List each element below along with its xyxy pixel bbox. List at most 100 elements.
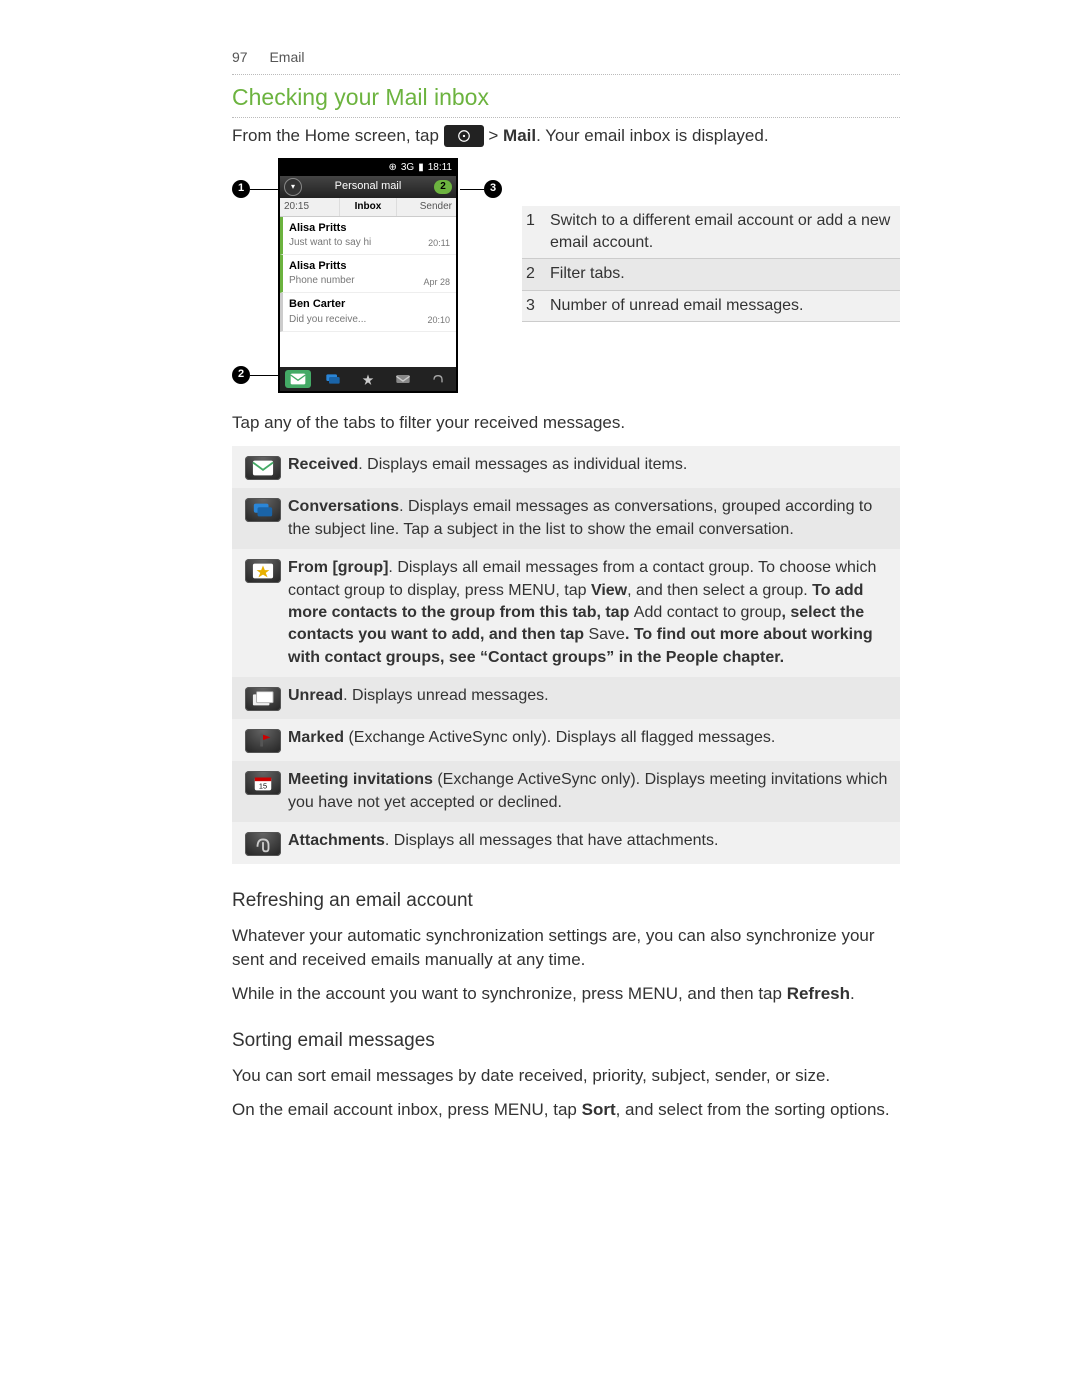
callout-line <box>460 189 484 190</box>
received-tab-icon <box>285 370 311 388</box>
divider <box>232 74 900 75</box>
text: , and select from the sorting options. <box>616 1100 890 1119</box>
message-subject: Just want to say hi <box>289 236 450 250</box>
text: Sort <box>582 1100 616 1119</box>
text: . <box>850 984 855 1003</box>
tab-description: Attachments. Displays all messages that … <box>288 830 894 852</box>
legend-num: 3 <box>526 295 550 317</box>
network-label: 3G <box>401 161 414 175</box>
unread-badge: 2 <box>434 180 452 194</box>
sorting-p2: On the email account inbox, press MENU, … <box>232 1098 900 1122</box>
divider <box>232 117 900 118</box>
list-item: Alisa PrittsJust want to say hi20:11 <box>280 217 456 255</box>
page-number: 97 <box>232 49 248 65</box>
phone-screenshot: ⊕ 3G ▮ 18:11 ▾ Personal mail 2 20:15 Inb… <box>278 158 458 393</box>
message-from: Ben Carter <box>289 297 450 312</box>
text: . Your email inbox is displayed. <box>536 126 768 145</box>
callout-1: 1 <box>232 180 250 198</box>
conversations-icon <box>245 498 281 522</box>
tab-time: 20:15 <box>280 198 340 216</box>
phone-figure: 1 2 3 ⊕ 3G ▮ 18:11 ▾ Personal mail 2 <box>232 158 462 393</box>
apps-icon <box>444 125 484 147</box>
figure-row: 1 2 3 ⊕ 3G ▮ 18:11 ▾ Personal mail 2 <box>232 158 900 393</box>
table-row: Marked (Exchange ActiveSync only). Displ… <box>232 719 900 761</box>
tap-tabs-line: Tap any of the tabs to filter your recei… <box>232 411 900 435</box>
page-header: 97 Email <box>232 48 900 68</box>
text: On the email account inbox, press MENU, … <box>232 1100 582 1119</box>
tab-description: Marked (Exchange ActiveSync only). Displ… <box>288 727 894 749</box>
unread-tab-icon <box>390 370 416 388</box>
tab-icon-cell <box>238 496 288 522</box>
tab-icon-cell <box>238 454 288 480</box>
tab-description: Conversations. Displays email messages a… <box>288 496 894 541</box>
text: Mail <box>503 126 536 145</box>
text: > <box>488 126 503 145</box>
section-title: Checking your Mail inbox <box>232 81 900 113</box>
intro-paragraph: From the Home screen, tap > Mail. Your e… <box>232 124 900 148</box>
text: Refresh <box>787 984 850 1003</box>
wifi-icon: ▮ <box>418 161 424 175</box>
message-from: Alisa Pritts <box>289 221 450 236</box>
message-time: 20:10 <box>427 314 450 327</box>
legend-text: Number of unread email messages. <box>550 295 803 317</box>
clock: 18:11 <box>428 161 452 175</box>
table-row: Received. Displays email messages as ind… <box>232 446 900 488</box>
received-icon <box>245 456 281 480</box>
sort-tabs: 20:15 Inbox Sender <box>280 198 456 217</box>
manual-page: 97 Email Checking your Mail inbox From t… <box>0 0 1080 1397</box>
tab-description: Meeting invitations (Exchange ActiveSync… <box>288 769 894 814</box>
legend-row: 1Switch to a different email account or … <box>522 206 900 260</box>
title-bar: ▾ Personal mail 2 <box>280 176 456 198</box>
tab-icon-cell <box>238 830 288 856</box>
status-bar: ⊕ 3G ▮ 18:11 <box>280 160 456 176</box>
table-row: 15 Meeting invitations (Exchange ActiveSy… <box>232 761 900 822</box>
tab-description-table: Received. Displays email messages as ind… <box>232 446 900 864</box>
legend-row: 3Number of unread email messages. <box>522 291 900 322</box>
message-subject: Did you receive... <box>289 313 450 327</box>
callout-2: 2 <box>232 366 250 384</box>
legend-row: 2Filter tabs. <box>522 259 900 290</box>
list-item: Alisa PrittsPhone numberApr 28 <box>280 255 456 293</box>
refresh-p2: While in the account you want to synchro… <box>232 982 900 1006</box>
refresh-p1: Whatever your automatic synchronization … <box>232 924 900 972</box>
callout-line <box>250 375 278 376</box>
chapter-name: Email <box>269 49 304 65</box>
legend-num: 2 <box>526 263 550 285</box>
signal-icon: ⊕ <box>388 161 396 175</box>
legend-text: Switch to a different email account or a… <box>550 210 896 255</box>
message-list: Alisa PrittsJust want to say hi20:11Alis… <box>280 217 456 332</box>
tab-icon-cell: 15 <box>238 769 288 795</box>
message-time: Apr 28 <box>423 276 450 289</box>
tab-icon-cell <box>238 685 288 711</box>
message-time: 20:11 <box>428 237 450 250</box>
callout-line <box>250 189 278 190</box>
tab-inbox: Inbox <box>340 198 396 216</box>
conversations-tab-icon <box>320 370 346 388</box>
subheading-sorting: Sorting email messages <box>232 1028 900 1055</box>
text: While in the account you want to synchro… <box>232 984 787 1003</box>
sorting-p1: You can sort email messages by date rece… <box>232 1064 900 1088</box>
bottom-tab-bar <box>280 367 456 391</box>
subheading-refresh: Refreshing an email account <box>232 888 900 915</box>
chevron-down-icon: ▾ <box>284 178 302 196</box>
tab-description: Unread. Displays unread messages. <box>288 685 894 707</box>
account-title: Personal mail <box>302 179 434 194</box>
list-item: Ben CarterDid you receive...20:10 <box>280 293 456 331</box>
legend-num: 1 <box>526 210 550 255</box>
text: From the Home screen, tap <box>232 126 444 145</box>
tab-icon-cell <box>238 557 288 583</box>
attach-icon <box>245 832 281 856</box>
group-tab-icon <box>355 370 381 388</box>
svg-text:15: 15 <box>259 782 267 791</box>
tab-description: Received. Displays email messages as ind… <box>288 454 894 476</box>
tab-icon-cell <box>238 727 288 753</box>
legend-text: Filter tabs. <box>550 263 625 285</box>
unread-icon <box>245 687 281 711</box>
meeting-icon: 15 <box>245 771 281 795</box>
callout-legend: 1Switch to a different email account or … <box>522 206 900 323</box>
table-row: Conversations. Displays email messages a… <box>232 488 900 549</box>
attachments-tab-icon <box>425 370 451 388</box>
callout-3: 3 <box>484 180 502 198</box>
table-row: From [group]. Displays all email message… <box>232 549 900 677</box>
tab-description: From [group]. Displays all email message… <box>288 557 894 669</box>
